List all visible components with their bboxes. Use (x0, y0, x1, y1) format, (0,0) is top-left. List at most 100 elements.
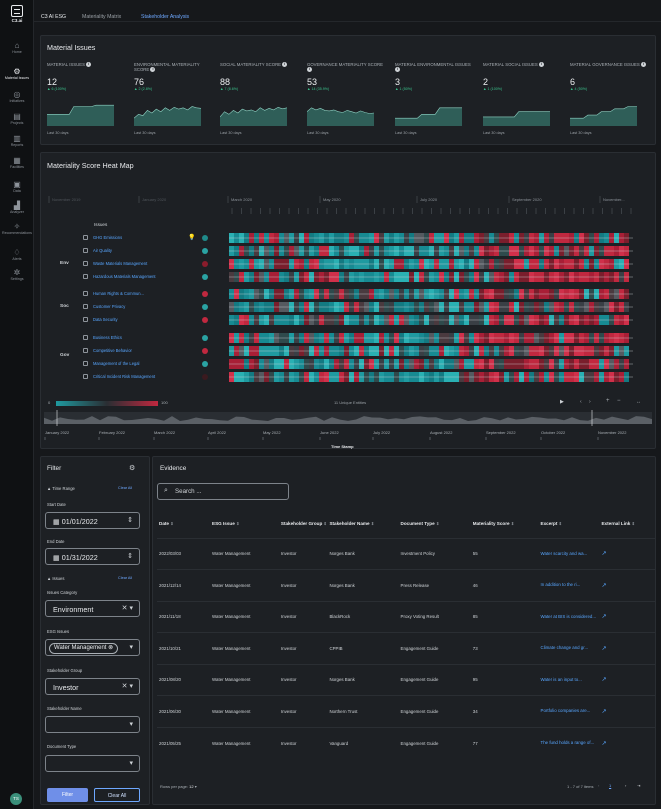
issues-clear[interactable]: Clear All (118, 576, 132, 580)
esg-issues-select[interactable]: Water Management ⊗ ▾ (45, 639, 140, 656)
document-icon[interactable] (83, 374, 88, 379)
sort-icon[interactable]: ⇕ (170, 521, 173, 526)
table-row[interactable]: 2021/10/21 Water Management Investor CPPIB E… (157, 632, 656, 664)
esg-chip[interactable]: Water Management ⊗ (49, 643, 119, 654)
zoom-in-button[interactable]: + (606, 398, 610, 404)
external-link-icon[interactable]: ↗ (599, 726, 656, 759)
column-header[interactable]: Materiality Score ⇕ (471, 510, 539, 538)
sort-icon[interactable]: ⇕ (236, 521, 239, 526)
zoom-out-button[interactable]: − (617, 398, 621, 404)
table-cell[interactable]: Climate change and gr... (538, 632, 600, 664)
info-icon[interactable]: i (395, 67, 400, 73)
chip-remove-icon[interactable]: ⊗ (108, 645, 113, 651)
table-row[interactable]: 2021/11/18 Water Management Investor BlackR… (157, 600, 656, 633)
info-icon[interactable]: i (86, 62, 92, 68)
external-link-icon[interactable]: ↗ (599, 537, 656, 570)
next-page-icon[interactable]: › (625, 783, 626, 788)
sidebar-item-settings[interactable]: ✲ Settings (0, 268, 34, 281)
start-date-field[interactable]: ▦ 01/01/2022 ⇕ (45, 512, 140, 529)
table-cell[interactable]: Portfolio companies are... (538, 695, 600, 727)
sort-icon[interactable]: ⇕ (559, 521, 562, 526)
table-row[interactable]: 2021/12/14 Water Management Investor Norges… (157, 569, 656, 601)
info-icon[interactable]: i (640, 62, 646, 68)
prev-button[interactable]: ‹ (580, 399, 582, 405)
sort-icon[interactable]: ⇕ (632, 521, 635, 526)
document-icon[interactable] (83, 274, 88, 279)
lightbulb-icon[interactable]: 💡 (188, 234, 195, 241)
time-range-toggle[interactable]: ▲ Time Range (47, 486, 75, 491)
tab-c3-ai-esg[interactable]: C3 AI ESG (41, 14, 66, 20)
document-type-select[interactable]: ▾ (45, 755, 140, 772)
issue-link[interactable]: Waste Materials Management (93, 261, 147, 266)
sidebar-item-recommendations[interactable]: ✧ Recommendations (0, 222, 34, 235)
issue-link[interactable]: Hazardous Materials Management (93, 274, 156, 279)
sort-icon[interactable]: ⇕ (511, 521, 514, 526)
clear-all-button[interactable]: Clear All (94, 788, 140, 802)
filter-settings-icon[interactable]: ⚙ (129, 464, 135, 472)
table-row[interactable]: 2021/06/30 Water Management Investor Northe… (157, 695, 656, 727)
table-row[interactable]: 2021/05/25 Water Management Investor Vangua… (157, 726, 656, 759)
issue-link[interactable]: GHG Emissions (93, 235, 122, 240)
sort-icon[interactable]: ⇕ (436, 521, 439, 526)
external-link-icon[interactable]: ↗ (599, 663, 656, 696)
external-link-icon[interactable]: ↗ (599, 600, 656, 633)
table-row[interactable]: 2021/08/20 Water Management Investor Norges… (157, 663, 656, 696)
document-icon[interactable] (83, 235, 88, 240)
first-page-icon[interactable]: ‹ (598, 783, 599, 788)
document-icon[interactable] (83, 248, 88, 253)
document-icon[interactable] (83, 348, 88, 353)
sidebar-item-data[interactable]: ▣ Data (0, 180, 34, 193)
last-page-icon[interactable]: ⇥ (637, 783, 640, 788)
info-icon[interactable]: i (150, 67, 156, 73)
time-range-clear[interactable]: Clear All (118, 486, 132, 490)
column-header[interactable]: Date ⇕ (157, 510, 210, 538)
stakeholder-name-select[interactable]: ▾ (45, 716, 140, 733)
info-icon[interactable]: i (538, 62, 544, 68)
issue-link[interactable]: Competitive Behavior (93, 348, 132, 353)
issue-link[interactable]: Customer Privacy (93, 304, 125, 309)
document-icon[interactable] (83, 361, 88, 366)
issue-link[interactable]: Data Security (93, 317, 118, 322)
document-icon[interactable] (83, 317, 88, 322)
column-header[interactable]: Document Type ⇕ (399, 510, 471, 538)
external-link-icon[interactable]: ↗ (599, 632, 656, 664)
column-header[interactable]: Stakeholder Name ⇕ (327, 510, 398, 538)
expand-button[interactable]: ↔ (636, 399, 641, 405)
document-icon[interactable] (83, 291, 88, 296)
column-header[interactable]: Stakeholder Group ⇕ (279, 510, 328, 538)
info-icon[interactable]: i (282, 62, 288, 68)
c3-logo[interactable]: C3.ai (7, 5, 27, 27)
table-cell[interactable]: Water is an input to... (538, 663, 600, 696)
issue-link[interactable]: Human Rights & Commun... (93, 291, 144, 296)
issue-link[interactable]: Management of the Legal (93, 361, 139, 366)
external-link-icon[interactable]: ↗ (599, 569, 656, 601)
issues-toggle[interactable]: ▲ Issues (47, 576, 64, 581)
search-input[interactable]: ⌕ Search ... (157, 483, 289, 500)
end-date-field[interactable]: ▦ 01/31/2022 ⇕ (45, 548, 140, 565)
play-button[interactable]: ▶ (560, 399, 564, 405)
clear-select-icon[interactable]: ✕ ▾ (122, 682, 133, 690)
stepper-icon[interactable]: ⇕ (127, 516, 133, 524)
stepper-icon[interactable]: ⇕ (127, 552, 133, 560)
document-icon[interactable] (83, 261, 88, 266)
issues-category-select[interactable]: Environment ✕ ▾ (45, 600, 140, 617)
chevron-down-icon[interactable]: ▾ (129, 720, 133, 728)
chevron-down-icon[interactable]: ▾ (129, 759, 133, 767)
column-header[interactable]: Excerpt ⇕ (539, 510, 600, 538)
sidebar-item-analyzer[interactable]: ▟ Analyzer (0, 201, 34, 214)
next-button[interactable]: › (589, 399, 591, 405)
sidebar-item-material-issues[interactable]: ⚙ Material Issues (0, 67, 34, 80)
tab-materiality-matrix[interactable]: Materiality Matrix (82, 14, 121, 20)
document-icon[interactable] (83, 335, 88, 340)
sidebar-item-alerts[interactable]: ♢ Alerts (0, 248, 34, 261)
sort-icon[interactable]: ⇕ (371, 521, 374, 526)
document-icon[interactable] (83, 304, 88, 309)
info-icon[interactable]: i (307, 67, 312, 73)
issue-link[interactable]: Air Quality (93, 248, 112, 253)
column-header[interactable]: ESG Issue ⇕ (210, 510, 279, 538)
chevron-down-icon[interactable]: ▾ (129, 643, 133, 651)
issue-link[interactable]: Critical Incident Risk Management (93, 374, 155, 379)
stakeholder-group-select[interactable]: Investor ✕ ▾ (45, 678, 140, 695)
sidebar-item-reports[interactable]: ▥ Reports (0, 134, 34, 147)
sidebar-item-home[interactable]: ⌂ Home (0, 41, 34, 54)
